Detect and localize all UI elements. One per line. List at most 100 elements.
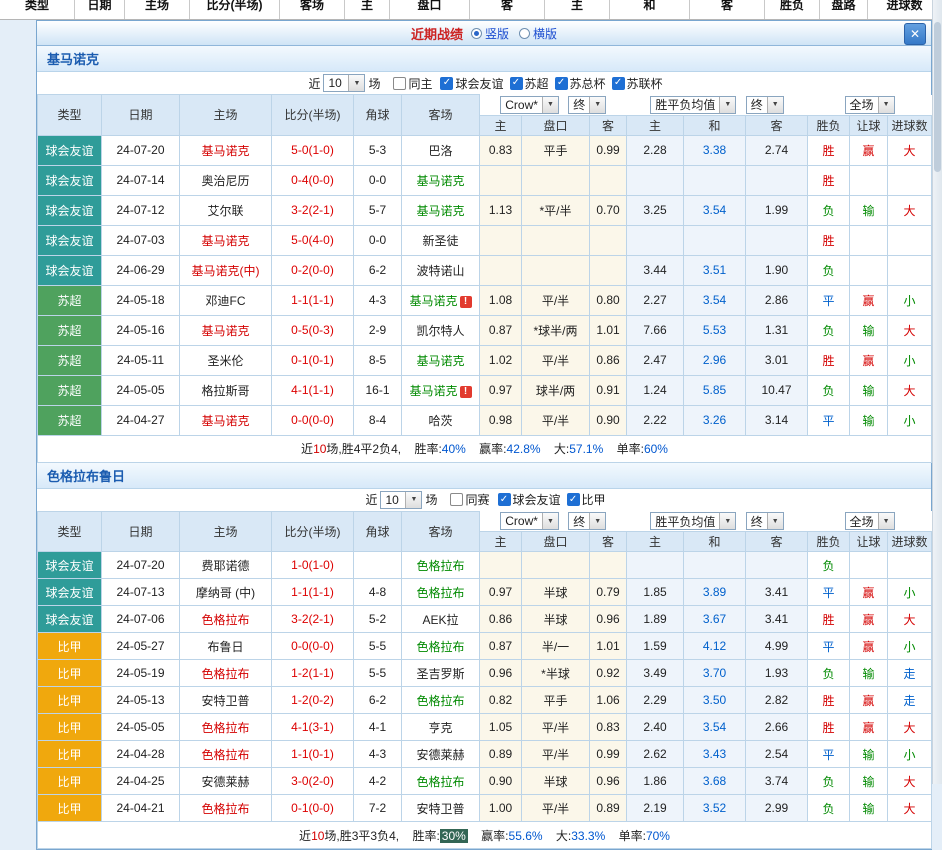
europe-source-select[interactable]: 胜平负均值▼ — [650, 512, 736, 530]
radio-icon[interactable] — [519, 28, 530, 39]
europe-period-select[interactable]: 终▼ — [746, 512, 784, 530]
euro-home-odds — [627, 165, 684, 195]
summary-row: 近10场,胜3平3负4, 胜率:30% 赢率:55.6% 大:33.3% 单率:… — [38, 822, 932, 849]
checkbox-icon[interactable] — [510, 77, 523, 90]
home-team-link[interactable]: 色格拉布 — [201, 667, 249, 681]
home-team-cell: 圣米伦 — [180, 345, 272, 375]
away-team-link[interactable]: 色格拉布 — [416, 586, 464, 600]
home-team-link[interactable]: 基马诺克 — [201, 324, 249, 338]
same-checkbox-icon[interactable] — [393, 77, 406, 90]
home-team-link[interactable]: 费耶诺德 — [201, 559, 249, 573]
home-team-cell: 基马诺克 — [180, 405, 272, 435]
recent-count-select[interactable]: 10 ▼ — [323, 74, 365, 92]
europe-source-value: 胜平负均值 — [651, 96, 719, 113]
stat-label: 胜率: — [412, 829, 439, 843]
away-team-link[interactable]: 凯尔特人 — [416, 324, 464, 338]
home-team-link[interactable]: 安特卫普 — [201, 694, 249, 708]
away-team-link[interactable]: 安特卫普 — [416, 802, 464, 816]
score-cell: 3-0(2-0) — [272, 768, 354, 795]
checkbox-icon[interactable] — [498, 493, 511, 506]
same-filter-checkbox[interactable]: 同赛 — [450, 491, 489, 508]
europe-source-select[interactable]: 胜平负均值▼ — [650, 96, 736, 114]
euro-away-odds: 1.93 — [746, 660, 808, 687]
col-header-euro-away: 客 — [746, 532, 808, 552]
away-team-link[interactable]: 安德莱赫 — [416, 748, 464, 762]
summary-row: 近10场,胜4平2负4, 胜率:40% 赢率:42.8% 大:57.1% 单率:… — [38, 435, 932, 462]
home-team-link[interactable]: 基马诺克 — [201, 234, 249, 248]
alert-icon[interactable]: ! — [460, 296, 472, 308]
away-team-link[interactable]: 巴洛 — [428, 144, 452, 158]
close-button[interactable]: ✕ — [904, 23, 926, 45]
match-result: 负 — [808, 195, 850, 225]
recent-count-select[interactable]: 10 ▼ — [380, 491, 422, 509]
home-team-link[interactable]: 奥治尼历 — [201, 174, 249, 188]
europe-period-select[interactable]: 终▼ — [746, 96, 784, 114]
away-team-link[interactable]: 新圣徒 — [422, 234, 458, 248]
asia-handicap-line: *平/半 — [522, 195, 590, 225]
home-team-link[interactable]: 色格拉布 — [201, 748, 249, 762]
home-team-link[interactable]: 安德莱赫 — [201, 775, 249, 789]
away-team-link[interactable]: 亨克 — [428, 721, 452, 735]
league-filter-checkbox[interactable]: 比甲 — [567, 491, 606, 508]
col-header-date: 日期 — [102, 95, 180, 136]
bookmaker-select[interactable]: Crow*▼ — [500, 96, 559, 114]
radio-icon[interactable] — [471, 28, 482, 39]
match-result: 负 — [808, 660, 850, 687]
home-team-link[interactable]: 基马诺克 — [201, 144, 249, 158]
away-team-link[interactable]: 色格拉布 — [416, 775, 464, 789]
bookmaker-select[interactable]: Crow*▼ — [500, 512, 559, 530]
away-team-link[interactable]: 色格拉布 — [416, 559, 464, 573]
scope-select[interactable]: 全场▼ — [845, 96, 895, 114]
home-team-link[interactable]: 圣米伦 — [207, 354, 243, 368]
euro-home-odds: 3.49 — [627, 660, 684, 687]
league-filter-checkbox[interactable]: 苏总杯 — [555, 75, 606, 92]
league-filter-checkbox[interactable]: 苏超 — [510, 75, 549, 92]
same-filter-checkbox[interactable]: 同主 — [393, 75, 432, 92]
away-team-link[interactable]: 基马诺克 — [409, 384, 457, 398]
score-cell: 0-0(0-0) — [272, 405, 354, 435]
match-result: 负 — [808, 768, 850, 795]
away-team-link[interactable]: AEK拉 — [422, 613, 458, 627]
view-mode-radio[interactable]: 竖版 — [471, 25, 509, 42]
league-filter-checkbox[interactable]: 苏联杯 — [612, 75, 663, 92]
home-team-link[interactable]: 基马诺克(中) — [192, 264, 260, 278]
vertical-scrollbar[interactable] — [932, 0, 942, 784]
asia-period-select[interactable]: 终▼ — [568, 512, 606, 530]
league-filter-checkbox[interactable]: 球会友谊 — [440, 75, 503, 92]
away-team-link[interactable]: 色格拉布 — [416, 640, 464, 654]
asia-period-select[interactable]: 终▼ — [568, 96, 606, 114]
away-team-link[interactable]: 色格拉布 — [416, 694, 464, 708]
score-cell: 0-1(0-1) — [272, 345, 354, 375]
away-team-link[interactable]: 基马诺克 — [416, 174, 464, 188]
away-team-link[interactable]: 基马诺克 — [416, 204, 464, 218]
league-filter-checkbox[interactable]: 球会友谊 — [498, 491, 561, 508]
checkbox-icon[interactable] — [555, 77, 568, 90]
same-checkbox-icon[interactable] — [450, 493, 463, 506]
scope-select[interactable]: 全场▼ — [845, 512, 895, 530]
view-mode-radio[interactable]: 横版 — [519, 25, 557, 42]
home-team-link[interactable]: 色格拉布 — [201, 721, 249, 735]
home-team-link[interactable]: 布鲁日 — [207, 640, 243, 654]
away-team-link[interactable]: 圣吉罗斯 — [416, 667, 464, 681]
checkbox-icon[interactable] — [440, 77, 453, 90]
corners-cell: 5-7 — [354, 195, 402, 225]
home-team-link[interactable]: 基马诺克 — [201, 414, 249, 428]
home-team-link[interactable]: 色格拉布 — [201, 613, 249, 627]
home-team-link[interactable]: 邓迪FC — [206, 294, 246, 308]
away-team-link[interactable]: 波特诺山 — [416, 264, 464, 278]
away-team-link[interactable]: 基马诺克 — [409, 294, 457, 308]
home-team-link[interactable]: 格拉斯哥 — [201, 384, 249, 398]
radio-label: 竖版 — [485, 25, 509, 42]
league-cell: 球会友谊 — [38, 195, 102, 225]
away-team-link[interactable]: 哈茨 — [428, 414, 452, 428]
date-cell: 24-07-03 — [102, 225, 180, 255]
away-team-link[interactable]: 基马诺克 — [416, 354, 464, 368]
scrollbar-thumb[interactable] — [934, 22, 941, 172]
checkbox-icon[interactable] — [567, 493, 580, 506]
alert-icon[interactable]: ! — [460, 386, 472, 398]
home-team-link[interactable]: 摩纳哥 (中) — [196, 586, 255, 600]
date-cell: 24-07-20 — [102, 135, 180, 165]
home-team-link[interactable]: 艾尔联 — [207, 204, 243, 218]
home-team-link[interactable]: 色格拉布 — [201, 802, 249, 816]
checkbox-icon[interactable] — [612, 77, 625, 90]
